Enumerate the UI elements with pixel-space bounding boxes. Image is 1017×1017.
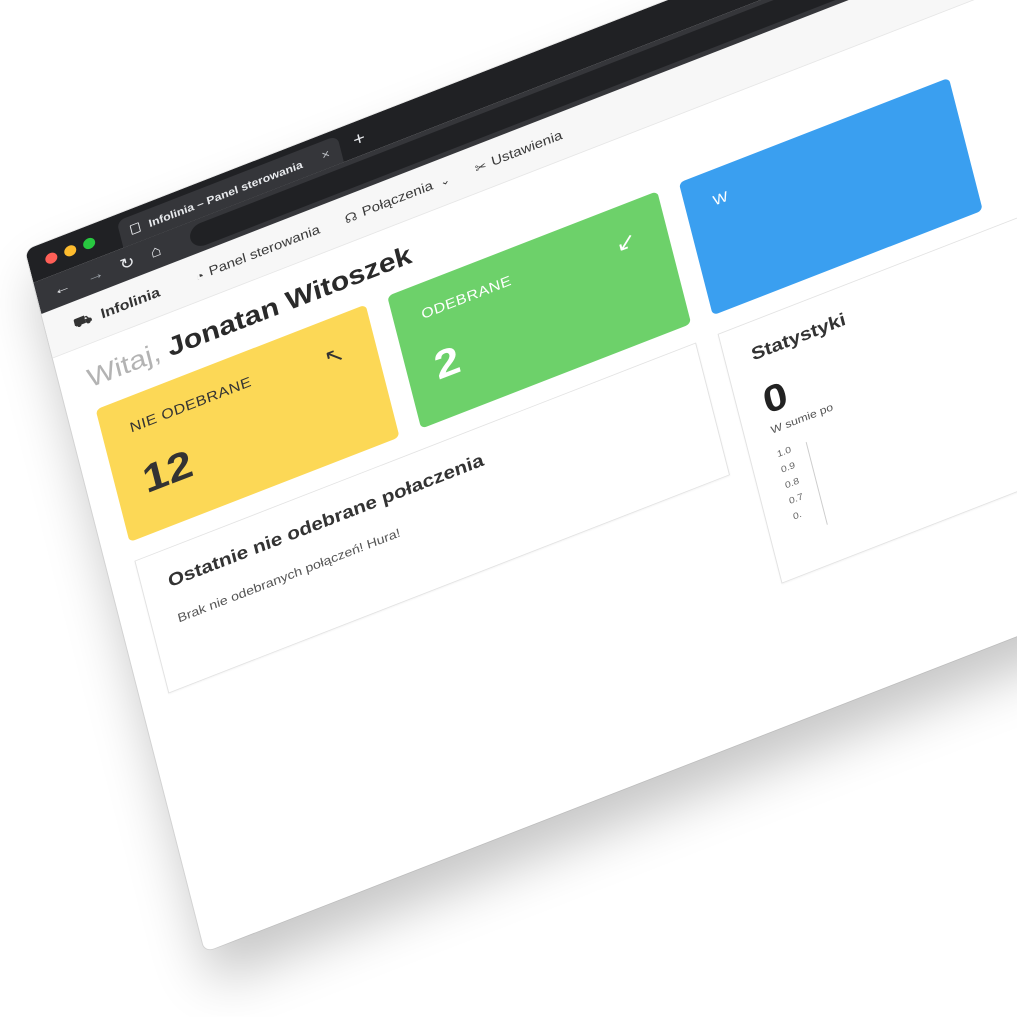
tools-icon: ✂ [473,158,489,177]
browser-window: Infolinia – Panel sterowania × + ← → ↻ ⌂… [25,0,1017,952]
headset-icon: ☊ [343,209,359,227]
document-icon [129,222,141,235]
y-tick-label: 1.0 [776,444,793,460]
greeting-hello: Witaj, [84,337,164,394]
reload-icon[interactable]: ↻ [118,252,137,276]
y-tick-label: 0.7 [788,491,805,507]
chevron-down-icon: ⌄ [438,172,452,189]
dashboard-icon: ◔ [194,268,206,285]
new-tab-icon[interactable]: + [351,127,368,152]
back-icon[interactable]: ← [51,277,73,301]
minimize-window-button[interactable] [63,243,78,259]
home-icon[interactable]: ⌂ [149,242,164,263]
y-tick-label: 0. [792,509,803,523]
y-tick-label: 0.8 [784,476,801,491]
brand-label: Infolinia [99,284,162,322]
screenshot-stage: Infolinia – Panel sterowania × + ← → ↻ ⌂… [0,0,1017,1017]
y-axis-line [805,441,828,525]
basket-icon: ⛟ [72,311,94,332]
maximize-window-button[interactable] [82,236,97,251]
forward-icon[interactable]: → [85,264,107,288]
y-tick-label: 0.9 [780,460,797,476]
close-window-button[interactable] [44,250,59,266]
